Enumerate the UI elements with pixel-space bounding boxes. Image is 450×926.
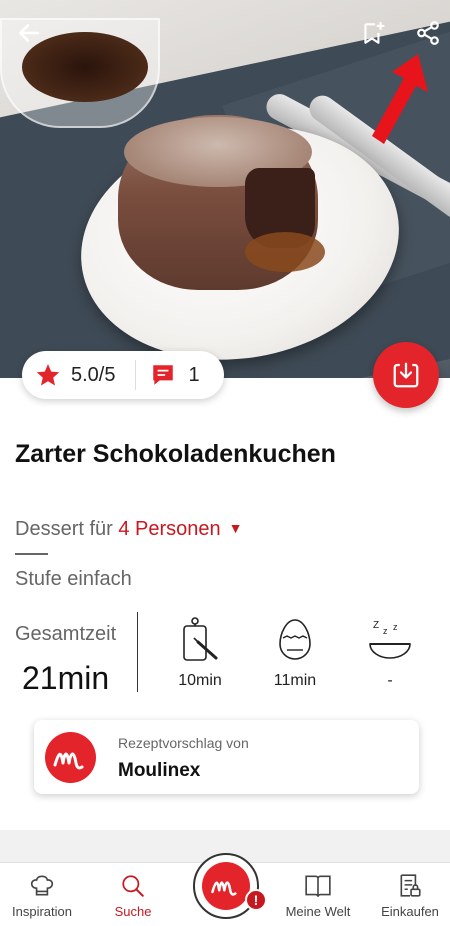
bookmark-add-icon <box>364 22 385 44</box>
sleep-bowl-icon: Z z z <box>369 620 411 659</box>
total-time-label: Gesamtzeit <box>15 623 117 645</box>
prep-time-value: 10min <box>178 672 222 689</box>
alert-badge: ! <box>245 889 267 911</box>
persons-value[interactable]: 4 Personen <box>118 518 220 540</box>
pill-divider <box>135 360 137 390</box>
back-button[interactable] <box>12 16 46 50</box>
bookmark-button[interactable] <box>356 16 390 50</box>
nav-item-my-world[interactable]: Meine Welt <box>273 873 363 919</box>
book-icon <box>305 875 331 897</box>
moulinex-center-logo <box>202 862 250 910</box>
download-icon <box>393 362 419 388</box>
divider <box>15 553 48 555</box>
cook-time: 11min <box>255 616 335 690</box>
svg-text:Z: Z <box>373 620 379 631</box>
shopping-list-icon <box>400 874 421 897</box>
brand-m-icon <box>211 881 237 896</box>
annotation-arrow-icon <box>372 54 428 144</box>
nav-item-search[interactable]: Suche <box>88 873 178 919</box>
recipe-source-card[interactable]: Rezeptvorschlag von Moulinex <box>34 720 419 794</box>
share-button[interactable] <box>411 16 445 50</box>
nav-label-search: Suche <box>114 904 152 919</box>
star-icon <box>36 364 60 386</box>
rest-time: Z z z - <box>350 616 430 690</box>
back-arrow-icon <box>19 24 39 42</box>
total-time-value: 21min <box>22 660 110 696</box>
serving-selector[interactable]: Dessert für 4 Personen ▼ <box>15 518 243 541</box>
nav-label-inspiration: Inspiration <box>12 904 72 919</box>
comment-count: 1 <box>188 363 200 386</box>
download-recipe-button[interactable] <box>373 342 439 408</box>
rating-value: 5.0/5 <box>71 363 116 386</box>
cutting-board-icon <box>183 617 218 661</box>
rating-pill[interactable]: 5.0/5 1 <box>22 351 224 399</box>
chocolate-sauce-graphic <box>245 232 325 272</box>
caret-down-icon[interactable]: ▼ <box>229 520 243 536</box>
nav-item-inspiration[interactable]: Inspiration <box>0 873 87 919</box>
suggestion-brand: Moulinex <box>118 760 201 781</box>
time-divider <box>137 612 138 692</box>
cook-time-value: 11min <box>273 672 317 689</box>
svg-text:z: z <box>393 622 398 632</box>
nav-label-my-world: Meine Welt <box>285 904 351 919</box>
category-label: Dessert für <box>15 518 119 540</box>
nav-item-shopping[interactable]: Einkaufen <box>365 873 450 919</box>
nav-label-shopping: Einkaufen <box>381 904 439 919</box>
search-icon <box>122 875 144 897</box>
egg-timer-icon <box>279 619 311 660</box>
chef-hat-icon <box>30 875 54 896</box>
brand-m-icon <box>53 752 83 769</box>
svg-text:z: z <box>383 626 388 636</box>
suggestion-label: Rezeptvorschlag von <box>118 735 249 751</box>
prep-time: 10min <box>160 616 240 690</box>
difficulty-level: Stufe einfach <box>15 568 132 590</box>
share-icon <box>417 21 439 45</box>
comment-icon <box>153 365 174 385</box>
rest-time-value: - <box>387 672 393 689</box>
recipe-title: Zarter Schokoladenkuchen <box>15 440 336 468</box>
moulinex-logo <box>45 732 96 783</box>
